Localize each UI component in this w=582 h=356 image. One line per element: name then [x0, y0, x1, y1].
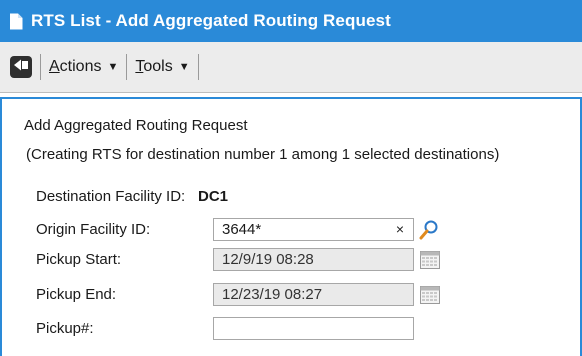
tools-label-rest: ools: [143, 58, 173, 75]
form-heading: Add Aggregated Routing Request: [24, 117, 248, 134]
toolbar-separator: [197, 54, 199, 80]
destination-value: DC1: [198, 188, 229, 205]
toolbar: Actions ▼ Tools ▼: [0, 42, 582, 93]
toolbar-separator: [40, 54, 41, 80]
pickup-start-label: Pickup Start:: [36, 251, 122, 268]
origin-facility-input[interactable]: [213, 218, 414, 241]
pickup-end-label: Pickup End:: [36, 286, 117, 303]
tools-menu[interactable]: Tools ▼: [135, 58, 189, 76]
back-button[interactable]: [10, 56, 32, 78]
window-title: RTS List - Add Aggregated Routing Reques…: [31, 11, 391, 30]
clear-icon[interactable]: ×: [396, 221, 404, 237]
document-icon: [9, 13, 23, 30]
pickup-number-input[interactable]: [213, 317, 414, 340]
back-arrow-icon: [13, 58, 29, 76]
origin-label: Origin Facility ID:: [36, 221, 151, 238]
origin-row: Origin Facility ID: ×: [36, 218, 440, 241]
pickup-start-row: Pickup Start:: [36, 248, 440, 271]
pickup-end-input[interactable]: [213, 283, 414, 306]
search-icon[interactable]: [418, 219, 440, 241]
chevron-down-icon: ▼: [107, 61, 119, 73]
toolbar-separator: [126, 54, 128, 80]
calendar-icon[interactable]: [420, 285, 440, 304]
pickup-number-row: Pickup#:: [36, 317, 414, 340]
calendar-icon[interactable]: [420, 250, 440, 269]
pickup-start-input[interactable]: [213, 248, 414, 271]
chevron-down-icon: ▼: [178, 61, 190, 73]
window-titlebar: RTS List - Add Aggregated Routing Reques…: [0, 0, 582, 42]
origin-field-wrap: ×: [213, 218, 414, 241]
actions-menu-label: Actions: [49, 58, 102, 75]
actions-menu[interactable]: Actions ▼: [49, 58, 118, 76]
form-subheading: (Creating RTS for destination number 1 a…: [26, 146, 500, 163]
tools-menu-label: Tools: [135, 58, 173, 75]
pickup-number-label: Pickup#:: [36, 320, 94, 337]
destination-row: Destination Facility ID: DC1: [36, 188, 228, 205]
destination-label: Destination Facility ID:: [36, 188, 186, 205]
actions-label-rest: ctions: [59, 58, 102, 75]
pickup-end-row: Pickup End:: [36, 283, 440, 306]
